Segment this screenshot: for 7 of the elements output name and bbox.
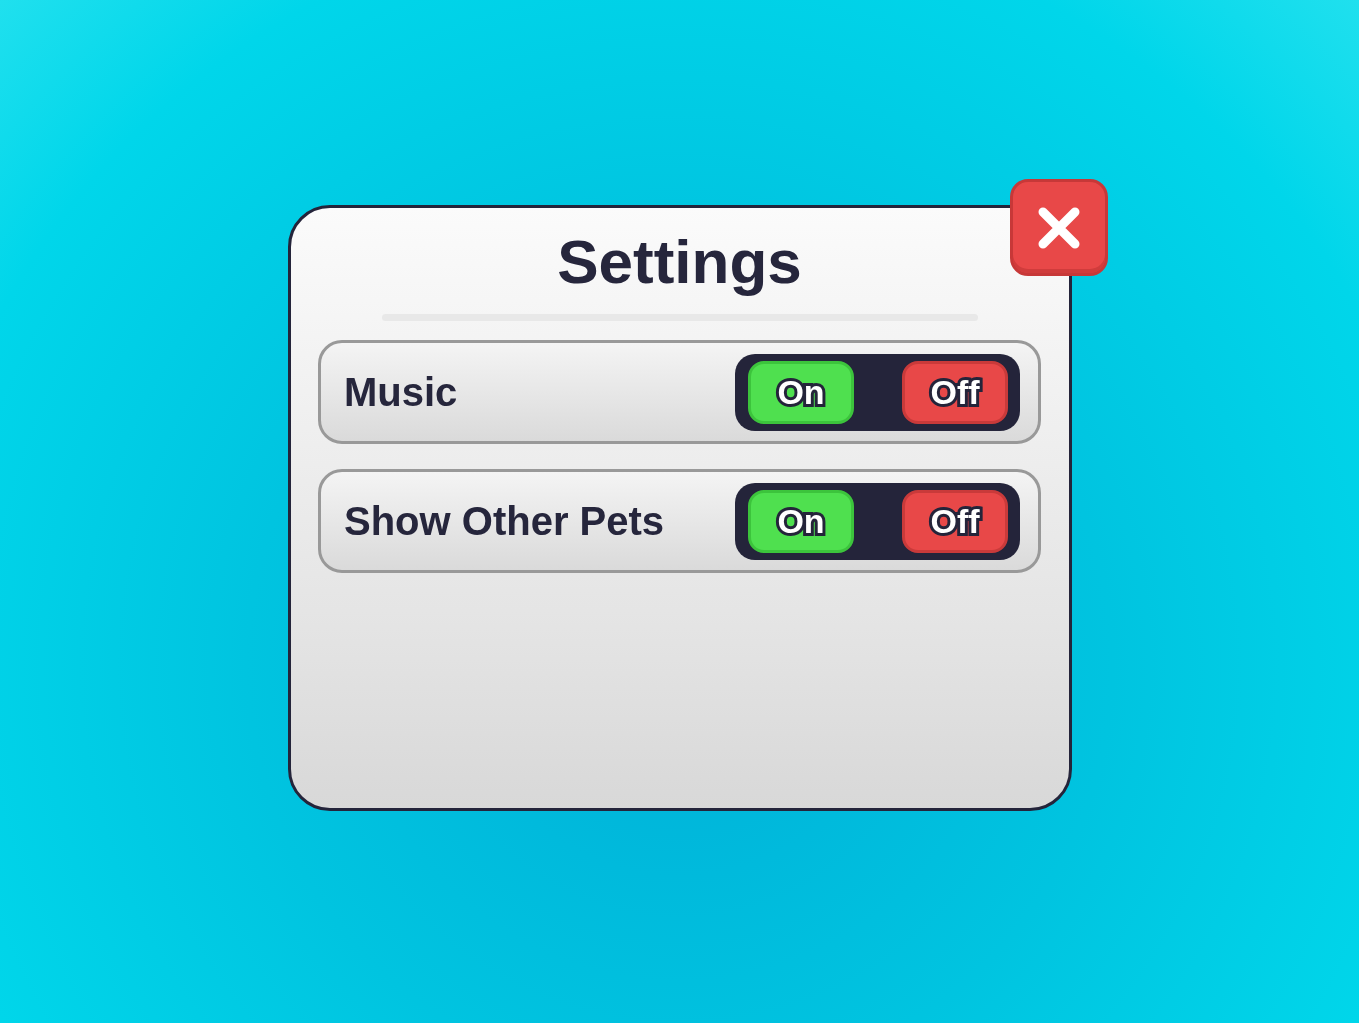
close-icon [1036,205,1081,250]
setting-label: Show Other Pets [344,498,665,544]
setting-label: Music [344,369,458,415]
window-title: Settings [557,226,802,298]
off-button[interactable]: Off [902,360,1008,424]
close-button[interactable] [1009,179,1108,276]
off-button[interactable]: Off [902,489,1008,553]
